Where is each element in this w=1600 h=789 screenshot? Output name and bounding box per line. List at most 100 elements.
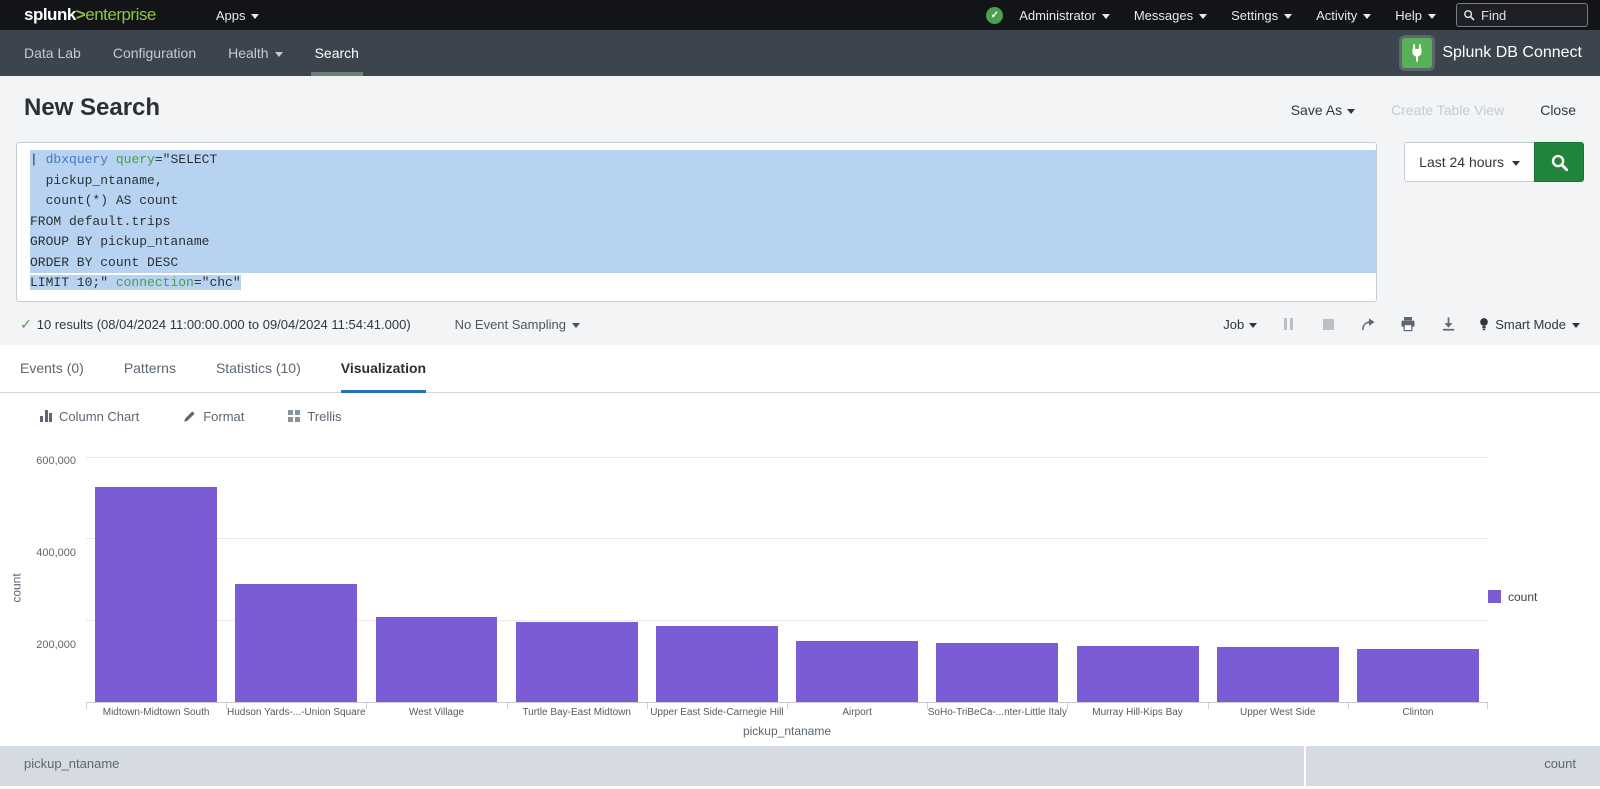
search-row: | dbxquery query="SELECT pickup_ntaname,… bbox=[16, 142, 1584, 302]
chart-bar[interactable] bbox=[1077, 646, 1199, 702]
query-line: | dbxquery query="SELECT bbox=[30, 150, 1376, 171]
x-tick-label: Turtle Bay-East Midtown bbox=[507, 707, 647, 718]
title-row: New Search Save As Create Table View Clo… bbox=[0, 94, 1600, 122]
plot-area bbox=[86, 438, 1488, 703]
menu-label: Help bbox=[1395, 8, 1422, 23]
bar-slot bbox=[86, 438, 226, 702]
nav-label: Health bbox=[228, 45, 268, 61]
pause-icon[interactable] bbox=[1279, 316, 1297, 332]
query-line: count(*) AS count bbox=[30, 191, 1376, 212]
job-menu[interactable]: Job bbox=[1223, 317, 1257, 332]
job-label: Job bbox=[1223, 317, 1244, 332]
health-status-icon[interactable]: ✓ bbox=[986, 7, 1003, 24]
find-search bbox=[1456, 3, 1588, 27]
chevron-down-icon bbox=[1512, 161, 1520, 166]
smart-mode-dropdown[interactable]: Smart Mode bbox=[1479, 317, 1580, 332]
format-button[interactable]: Format bbox=[183, 409, 244, 424]
logo-gt: > bbox=[76, 5, 85, 24]
statistics-table-header: pickup_ntaname count bbox=[0, 746, 1600, 786]
print-icon[interactable] bbox=[1399, 316, 1417, 332]
viz-toolbar: Column Chart Format Trellis bbox=[0, 393, 1600, 434]
chevron-down-icon bbox=[1347, 109, 1355, 114]
tab-events[interactable]: Events (0) bbox=[20, 345, 84, 392]
create-table-view-button[interactable]: Create Table View bbox=[1391, 102, 1504, 118]
close-button[interactable]: Close bbox=[1540, 102, 1576, 118]
app-nav: Data Lab Configuration Health Search Spl… bbox=[0, 30, 1600, 76]
x-axis-title: pickup_ntaname bbox=[86, 724, 1488, 738]
chart-bar[interactable] bbox=[1217, 647, 1339, 702]
query-line: pickup_ntaname, bbox=[30, 171, 1376, 192]
bar-slot bbox=[366, 438, 506, 702]
menu-messages[interactable]: Messages bbox=[1122, 0, 1219, 30]
chart-bar[interactable] bbox=[235, 584, 357, 702]
nav-item-configuration[interactable]: Configuration bbox=[97, 30, 212, 76]
chevron-down-icon bbox=[1102, 14, 1110, 19]
x-tick-label: Hudson Yards-...-Union Square bbox=[226, 707, 366, 718]
chevron-down-icon bbox=[1249, 323, 1257, 328]
apps-menu[interactable]: Apps bbox=[204, 0, 272, 30]
results-bar: ✓ 10 results (08/04/2024 11:00:00.000 to… bbox=[0, 302, 1600, 345]
splunk-logo[interactable]: splunk>enterprise bbox=[24, 5, 156, 25]
query-line: FROM default.trips bbox=[30, 212, 1376, 233]
chevron-down-icon bbox=[275, 52, 283, 57]
download-icon[interactable] bbox=[1439, 316, 1457, 332]
nav-item-data-lab[interactable]: Data Lab bbox=[8, 30, 97, 76]
menu-administrator[interactable]: Administrator bbox=[1007, 0, 1122, 30]
chart-bar[interactable] bbox=[936, 643, 1058, 701]
chevron-down-icon bbox=[1428, 14, 1436, 19]
share-icon[interactable] bbox=[1359, 316, 1377, 332]
chart-type-picker[interactable]: Column Chart bbox=[40, 409, 139, 424]
find-input[interactable] bbox=[1456, 3, 1588, 27]
menu-label: Settings bbox=[1231, 8, 1278, 23]
chevron-down-icon bbox=[572, 323, 580, 328]
chart-bar[interactable] bbox=[376, 617, 498, 702]
search-query-input[interactable]: | dbxquery query="SELECT pickup_ntaname,… bbox=[16, 142, 1377, 302]
bar-slot bbox=[1348, 438, 1488, 702]
menu-label: Administrator bbox=[1019, 8, 1096, 23]
nav-label: Search bbox=[315, 45, 359, 61]
bars-row bbox=[86, 438, 1488, 703]
time-range-picker[interactable]: Last 24 hours bbox=[1404, 142, 1534, 182]
event-sampling-dropdown[interactable]: No Event Sampling bbox=[455, 317, 580, 332]
menu-activity[interactable]: Activity bbox=[1304, 0, 1383, 30]
stop-icon[interactable] bbox=[1319, 316, 1337, 332]
nav-item-search[interactable]: Search bbox=[299, 30, 375, 76]
trellis-button[interactable]: Trellis bbox=[288, 409, 341, 424]
tab-statistics[interactable]: Statistics (10) bbox=[216, 345, 301, 392]
trellis-icon bbox=[288, 410, 300, 422]
menu-help[interactable]: Help bbox=[1383, 0, 1448, 30]
db-connect-plug-icon bbox=[1402, 38, 1432, 68]
app-identity[interactable]: Splunk DB Connect bbox=[1402, 30, 1600, 76]
chevron-down-icon bbox=[1199, 14, 1207, 19]
nav-item-health[interactable]: Health bbox=[212, 30, 298, 76]
save-as-label: Save As bbox=[1291, 102, 1342, 118]
lightbulb-icon bbox=[1479, 317, 1489, 332]
chart-bar[interactable] bbox=[1357, 649, 1479, 701]
result-tabs: Events (0) Patterns Statistics (10) Visu… bbox=[0, 345, 1600, 393]
x-tick-label: West Village bbox=[366, 707, 506, 718]
time-range-label: Last 24 hours bbox=[1419, 154, 1504, 170]
save-as-button[interactable]: Save As bbox=[1291, 102, 1355, 118]
chart-bar[interactable] bbox=[516, 622, 638, 702]
column-chart-icon bbox=[40, 410, 52, 422]
tab-visualization[interactable]: Visualization bbox=[341, 345, 426, 392]
bar-slot bbox=[927, 438, 1067, 702]
column-chart: count 200,000400,000600,000 Midtown-Midt… bbox=[0, 438, 1600, 738]
tab-patterns[interactable]: Patterns bbox=[124, 345, 176, 392]
query-line: GROUP BY pickup_ntaname bbox=[30, 232, 1376, 253]
chart-bar[interactable] bbox=[656, 626, 778, 701]
y-tick-label: 600,000 bbox=[36, 455, 76, 467]
menu-settings[interactable]: Settings bbox=[1219, 0, 1304, 30]
column-header-count[interactable]: count bbox=[1306, 746, 1600, 786]
job-tools: Job bbox=[1223, 316, 1580, 332]
y-tick-label: 400,000 bbox=[36, 547, 76, 559]
chart-bar[interactable] bbox=[95, 487, 217, 702]
search-submit-button[interactable] bbox=[1534, 142, 1584, 182]
legend-entry[interactable]: count bbox=[1488, 590, 1537, 604]
top-bar: splunk>enterprise Apps ✓ Administrator M… bbox=[0, 0, 1600, 30]
chart-bar[interactable] bbox=[796, 641, 918, 702]
column-header-pickup-ntaname[interactable]: pickup_ntaname bbox=[0, 746, 1304, 786]
chart-legend: count bbox=[1488, 438, 1600, 738]
bar-slot bbox=[1208, 438, 1348, 702]
chevron-down-icon bbox=[1572, 323, 1580, 328]
